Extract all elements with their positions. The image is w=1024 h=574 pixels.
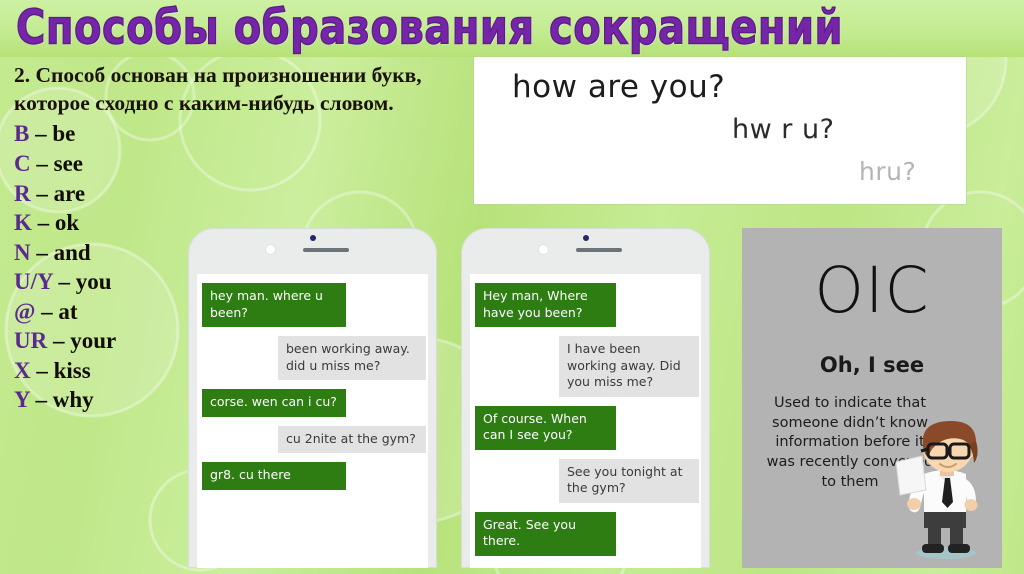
hru-line-shortest: hru? — [859, 157, 917, 186]
abbreviation-dash: – — [36, 180, 48, 206]
abbreviation-row: R – are — [14, 179, 464, 209]
page-title: Способы образования сокращений — [15, 0, 844, 56]
abbreviation-row: C – see — [14, 149, 464, 179]
hru-line-short: hw r u? — [732, 114, 835, 145]
abbreviation-dash: – — [37, 210, 50, 236]
abbreviation-key: X — [14, 357, 31, 383]
abbreviation-key: K — [14, 210, 32, 236]
abbreviation-dash: – — [41, 298, 53, 324]
abbreviation-value: are — [53, 180, 86, 206]
abbreviation-dash: – — [36, 151, 48, 177]
abbreviation-value: why — [52, 387, 94, 413]
abbreviation-dash: – — [36, 239, 48, 265]
phone-speaker-icon — [575, 248, 622, 252]
abbreviation-value: and — [53, 239, 91, 265]
message-thread-right[interactable]: Hey man, Where have you been? I have been… — [470, 274, 701, 568]
cartoon-man-illustration — [895, 420, 978, 559]
abbreviation-key: Y — [14, 387, 30, 413]
abbreviation-value: your — [70, 328, 117, 354]
title-bar: Способы образования сокращений — [0, 0, 1024, 57]
abbreviation-value: ok — [54, 210, 80, 236]
abbreviation-key: C — [14, 151, 31, 177]
abbreviation-value: at — [58, 298, 78, 324]
phone-camera-icon — [538, 245, 548, 254]
phone-mockup-right: Hey man, Where have you been? I have been… — [461, 228, 710, 568]
how-are-you-card: how are you? hw r u? hru? — [474, 57, 966, 204]
abbreviation-key: U/Y — [14, 269, 53, 295]
oic-expansion: Oh, I see — [819, 353, 925, 377]
message-bubble-sent: corse. wen can i cu? — [202, 389, 346, 417]
hru-line-full: how are you? — [512, 69, 726, 105]
abbreviation-dash: – — [35, 121, 47, 147]
abbreviation-dash: – — [58, 269, 71, 295]
abbreviation-key: N — [14, 239, 31, 265]
message-bubble-received: See you tonight at the gym? — [559, 458, 699, 503]
abbreviation-key: R — [14, 180, 31, 206]
abbreviation-dash: – — [35, 387, 48, 413]
message-bubble-sent: hey man. where u been? — [202, 283, 346, 327]
phone-speaker-icon — [302, 248, 349, 252]
abbreviation-key: UR — [14, 328, 48, 354]
abbreviation-value: be — [52, 121, 76, 147]
message-thread-left[interactable]: hey man. where u been? been working away.… — [197, 274, 428, 568]
message-bubble-received: been working away. did u miss me? — [278, 336, 426, 380]
abbreviation-key: B — [14, 121, 30, 147]
abbreviation-dash: – — [36, 357, 48, 383]
phone-camera-icon — [265, 245, 275, 254]
message-bubble-received: cu 2nite at the gym? — [278, 425, 426, 453]
abbreviation-key: @ — [14, 298, 36, 324]
message-bubble-sent: Hey man, Where have you been? — [475, 283, 616, 327]
intro-paragraph: 2. Способ основан на произношении букв, … — [14, 63, 422, 115]
message-bubble-sent: Great. See you there. — [475, 511, 616, 556]
phone-mockup-left: hey man. where u been? been working away.… — [188, 228, 437, 568]
phone-sensor-icon — [309, 235, 316, 241]
abbreviation-dash: – — [52, 328, 65, 354]
oic-info-panel: OIC Oh, I see Used to indicate that some… — [742, 228, 1002, 568]
abbreviation-value: kiss — [53, 357, 91, 383]
abbreviation-value: see — [53, 151, 83, 177]
message-bubble-sent: Of course. When can I see you? — [475, 405, 616, 450]
slide-canvas: Способы образования сокращений 2. Способ… — [0, 0, 1024, 574]
abbreviation-row: B – be — [14, 119, 464, 149]
message-bubble-sent: gr8. cu there — [202, 462, 346, 490]
phone-sensor-icon — [582, 235, 589, 241]
oic-acronym: OIC — [814, 254, 930, 327]
message-bubble-received: I have been working away. Did you miss m… — [559, 336, 699, 397]
abbreviation-value: you — [75, 269, 112, 295]
